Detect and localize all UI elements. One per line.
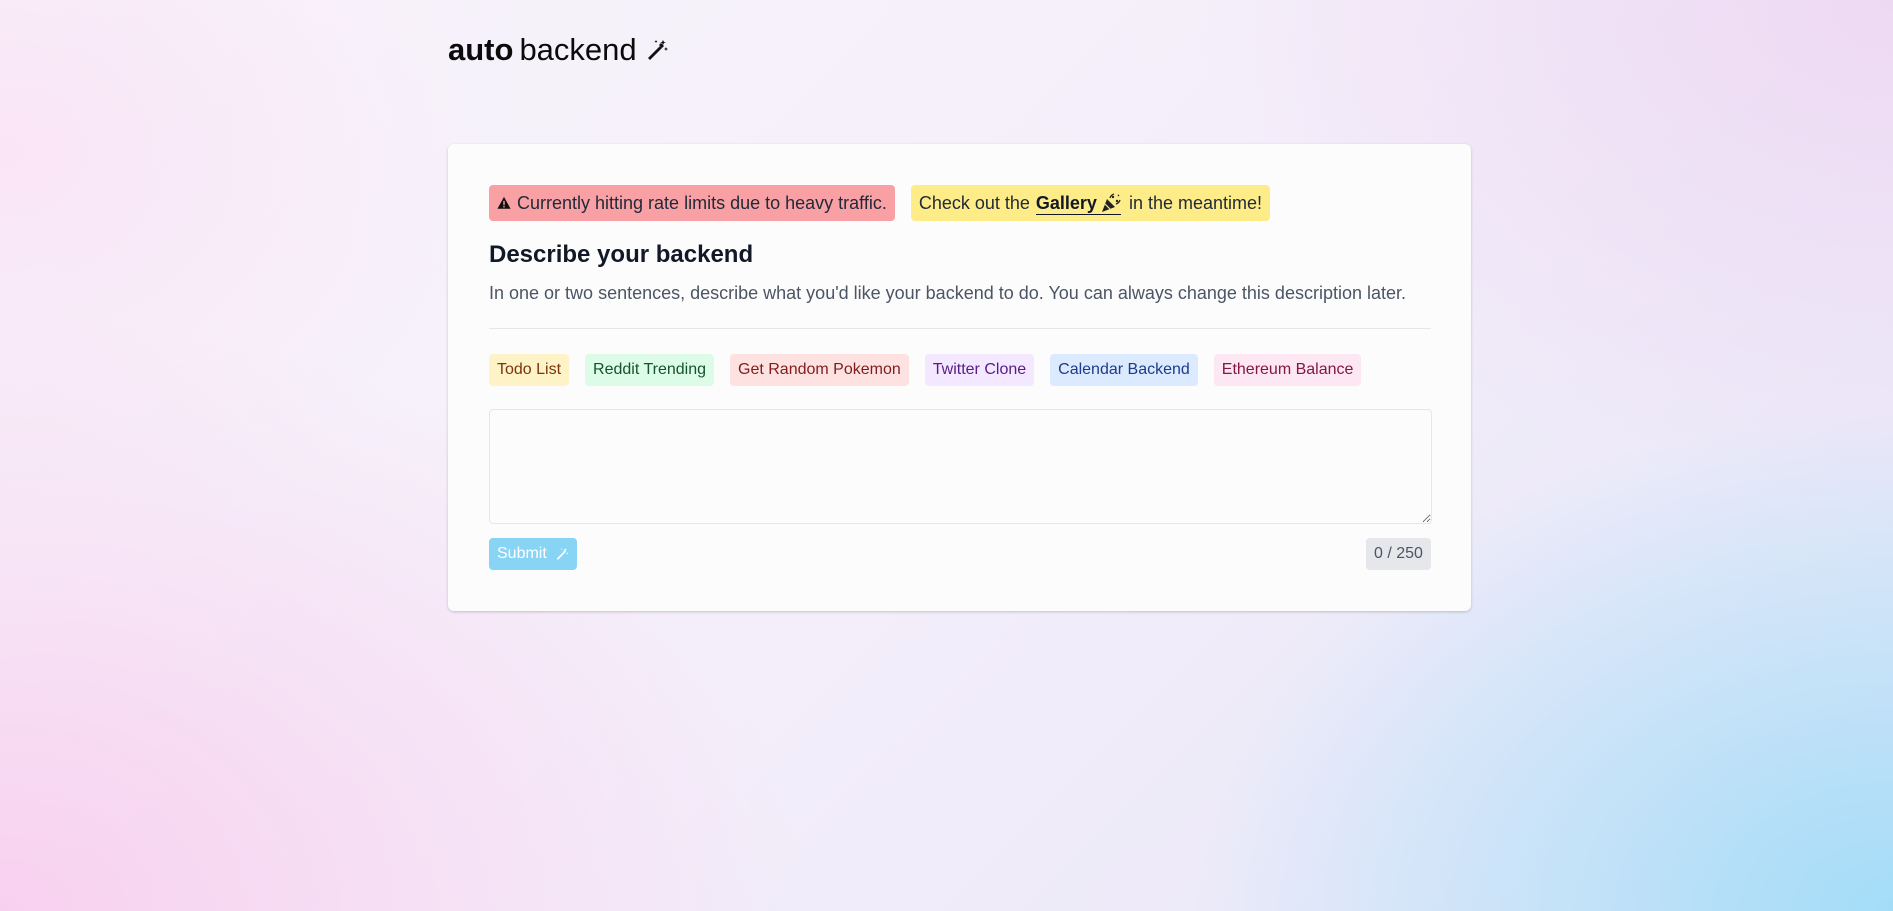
app-logo[interactable]: auto backend <box>448 30 669 70</box>
party-popper-icon <box>1101 192 1121 212</box>
example-ethereum-balance[interactable]: Ethereum Balance <box>1213 354 1362 386</box>
example-twitter-clone[interactable]: Twitter Clone <box>924 354 1035 386</box>
logo-auto-text: auto <box>448 32 514 67</box>
example-calendar-backend[interactable]: Calendar Backend <box>1050 354 1198 386</box>
divider <box>489 328 1431 329</box>
gallery-link-label: Gallery <box>1035 192 1097 213</box>
submit-button[interactable]: Submit <box>489 538 577 570</box>
magic-wand-icon <box>647 40 668 60</box>
example-get-random-pokemon[interactable]: Get Random Pokemon <box>730 354 909 386</box>
describe-backend-card: Currently hitting rate limits due to hea… <box>448 144 1471 611</box>
example-reddit-trending[interactable]: Reddit Trending <box>585 354 715 386</box>
gallery-alert: Check out the Gallery in the meantime! <box>910 185 1271 221</box>
logo-backend-text: backend <box>519 32 637 67</box>
submit-label: Submit <box>497 545 547 562</box>
gallery-link[interactable]: Gallery <box>1035 192 1121 215</box>
form-heading: Describe your backend <box>489 241 754 268</box>
example-chips: Todo List Reddit Trending Get Random Pok… <box>489 354 1362 386</box>
character-counter: 0 / 250 <box>1366 538 1431 570</box>
gallery-suffix-text: in the meantime! <box>1128 192 1263 213</box>
warning-icon <box>497 196 511 209</box>
alert-banners: Currently hitting rate limits due to hea… <box>489 185 1271 221</box>
example-todo-list[interactable]: Todo List <box>489 354 570 386</box>
description-textarea[interactable] <box>489 409 1432 524</box>
rate-limit-text: Currently hitting rate limits due to hea… <box>517 192 887 213</box>
rate-limit-alert: Currently hitting rate limits due to hea… <box>489 185 895 221</box>
gallery-prefix-text: Check out the <box>918 192 1030 213</box>
form-description: In one or two sentences, describe what y… <box>489 283 1406 303</box>
magic-wand-icon <box>556 548 569 560</box>
